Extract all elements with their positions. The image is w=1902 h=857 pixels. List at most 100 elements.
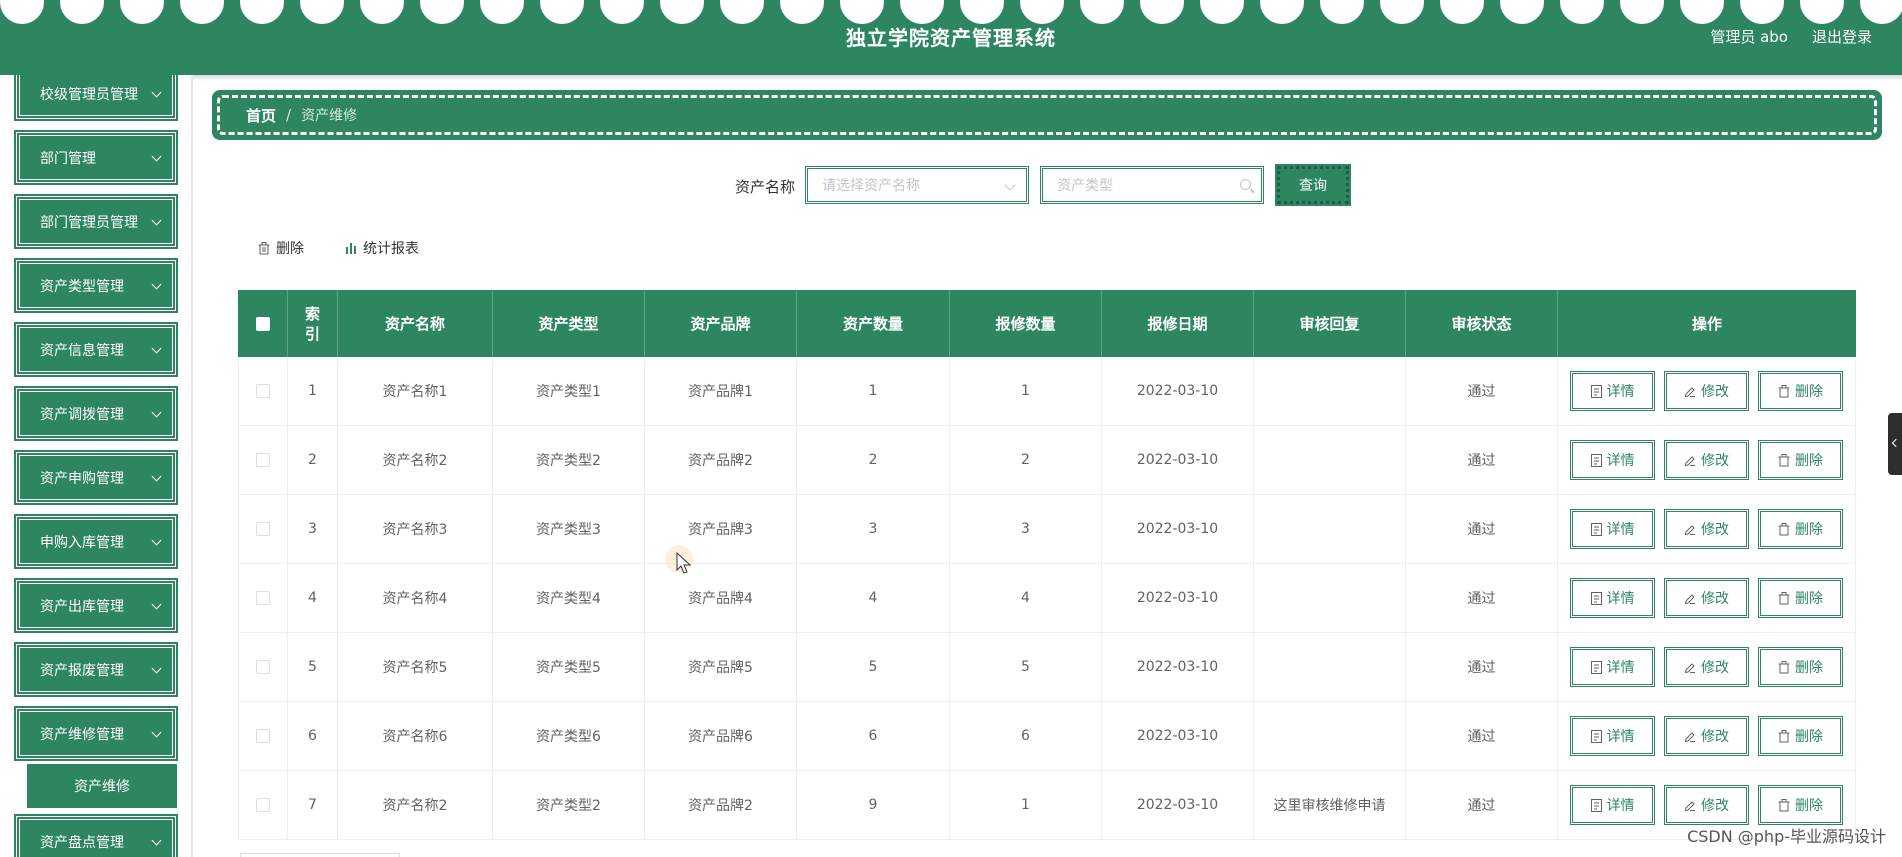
row-checkbox[interactable] (256, 522, 270, 536)
sidebar-item-asset-info[interactable]: 资产信息管理 (14, 322, 178, 377)
query-button[interactable]: 查询 (1275, 164, 1351, 206)
sidebar-item-label: 资产维修管理 (40, 726, 124, 743)
cell-asset-type: 资产类型4 (493, 564, 645, 632)
breadcrumb-separator: / (286, 106, 292, 124)
cell-actions: 详情 修改 删除 (1558, 702, 1856, 770)
asset-type-placeholder: 资产类型 (1057, 178, 1113, 194)
sidebar-item-department[interactable]: 部门管理 (14, 130, 178, 185)
sidebar-item-asset-type[interactable]: 资产类型管理 (14, 258, 178, 313)
batch-delete-button[interactable]: 删除 (258, 238, 304, 258)
header-scallop (1020, 0, 1064, 24)
header-shadow (0, 75, 1902, 81)
delete-button[interactable]: 删除 (1758, 509, 1843, 549)
sidebar-item-asset-repair[interactable]: 资产维修管理 (14, 706, 178, 761)
delete-label: 删除 (1795, 522, 1823, 538)
edit-button[interactable]: 修改 (1664, 440, 1749, 480)
cell-review-reply (1254, 357, 1406, 425)
cell-asset-brand: 资产品牌6 (645, 702, 797, 770)
edit-button[interactable]: 修改 (1664, 509, 1749, 549)
edit-label: 修改 (1701, 660, 1729, 676)
breadcrumb-home[interactable]: 首页 (246, 105, 276, 126)
row-checkbox[interactable] (256, 591, 270, 605)
header-user-area: 管理员 abo 退出登录 (1710, 26, 1872, 47)
cell-asset-type: 资产类型5 (493, 633, 645, 701)
logout-link[interactable]: 退出登录 (1812, 26, 1872, 47)
cell-review-reply (1254, 495, 1406, 563)
edit-label: 修改 (1701, 729, 1729, 745)
delete-button[interactable]: 删除 (1758, 440, 1843, 480)
sidebar-subitem-asset-repair[interactable]: 资产维修 (27, 764, 177, 808)
trash-icon (1778, 591, 1790, 604)
detail-button[interactable]: 详情 (1570, 371, 1655, 411)
cell-asset-name: 资产名称3 (338, 495, 493, 563)
edit-button[interactable]: 修改 (1664, 647, 1749, 687)
row-checkbox[interactable] (256, 729, 270, 743)
cell-asset-type: 资产类型3 (493, 495, 645, 563)
edit-button[interactable]: 修改 (1664, 578, 1749, 618)
sidebar-item-asset-transfer[interactable]: 资产调拨管理 (14, 386, 178, 441)
delete-button[interactable]: 删除 (1758, 371, 1843, 411)
sidebar-item-label: 校级管理员管理 (40, 86, 138, 103)
sidebar-item-purchase-stock-in[interactable]: 申购入库管理 (14, 514, 178, 569)
table-row: 5 资产名称5 资产类型5 资产品牌5 5 5 2022-03-10 通过 详情 修改 删除 (238, 633, 1856, 702)
cell-review-status: 通过 (1406, 357, 1558, 425)
detail-button[interactable]: 详情 (1570, 509, 1655, 549)
document-icon (1590, 453, 1602, 467)
row-checkbox[interactable] (256, 798, 270, 812)
detail-button[interactable]: 详情 (1570, 440, 1655, 480)
header-scallop (120, 0, 164, 24)
detail-button[interactable]: 详情 (1570, 785, 1655, 825)
sidebar-item-label: 部门管理 (40, 150, 96, 167)
header-scallop (0, 0, 44, 24)
sidebar-item-asset-purchase[interactable]: 资产申购管理 (14, 450, 178, 505)
header-scallop (180, 0, 224, 24)
row-checkbox[interactable] (256, 660, 270, 674)
row-checkbox[interactable] (256, 384, 270, 398)
cell-review-status: 通过 (1406, 564, 1558, 632)
delete-label: 删除 (1795, 591, 1823, 607)
header-repair-date: 报修日期 (1102, 290, 1254, 357)
table-header: 索引 资产名称 资产类型 资产品牌 资产数量 报修数量 报修日期 审核回复 审核… (238, 290, 1856, 357)
sidebar-item-label: 资产出库管理 (40, 598, 124, 615)
delete-label: 删除 (1795, 729, 1823, 745)
sidebar-item-asset-scrap[interactable]: 资产报废管理 (14, 642, 178, 697)
sidebar-item-department-admin[interactable]: 部门管理员管理 (14, 194, 178, 249)
asset-name-placeholder: 请选择资产名称 (822, 178, 920, 194)
edit-label: 修改 (1701, 453, 1729, 469)
asset-name-select[interactable]: 请选择资产名称 (805, 166, 1029, 204)
table-row: 3 资产名称3 资产类型3 资产品牌3 3 3 2022-03-10 通过 详情 修改 删除 (238, 495, 1856, 564)
edit-icon (1684, 594, 1695, 604)
sidebar-item-asset-stock-out[interactable]: 资产出库管理 (14, 578, 178, 633)
detail-button[interactable]: 详情 (1570, 647, 1655, 687)
cell-repair-qty: 1 (950, 357, 1102, 425)
stats-report-button[interactable]: 统计报表 (345, 238, 419, 258)
header-scallop (420, 0, 464, 24)
detail-button[interactable]: 详情 (1570, 578, 1655, 618)
detail-label: 详情 (1606, 798, 1635, 814)
edit-icon (1684, 663, 1695, 673)
edit-button[interactable]: 修改 (1664, 371, 1749, 411)
delete-button[interactable]: 删除 (1758, 716, 1843, 756)
edit-button[interactable]: 修改 (1664, 785, 1749, 825)
edit-button[interactable]: 修改 (1664, 716, 1749, 756)
cell-select (238, 702, 288, 770)
sidebar-item-asset-inventory[interactable]: 资产盘点管理 (14, 814, 178, 857)
delete-button[interactable]: 删除 (1758, 785, 1843, 825)
chevron-down-icon (151, 279, 162, 289)
header-scallop (1680, 0, 1724, 24)
delete-button[interactable]: 删除 (1758, 647, 1843, 687)
edit-icon (1684, 387, 1695, 397)
collapse-panel-tab[interactable] (1888, 413, 1902, 475)
cell-repair-date: 2022-03-10 (1102, 426, 1254, 494)
header-scallop (960, 0, 1004, 24)
cell-index: 4 (288, 564, 338, 632)
asset-type-input[interactable]: 资产类型 (1040, 166, 1264, 204)
select-all-checkbox[interactable] (255, 316, 270, 331)
chevron-down-icon (151, 835, 162, 845)
search-icon (1240, 179, 1251, 190)
row-checkbox[interactable] (256, 453, 270, 467)
header-scallop (1800, 0, 1844, 24)
detail-button[interactable]: 详情 (1570, 716, 1655, 756)
delete-button[interactable]: 删除 (1758, 578, 1843, 618)
sidebar-item-school-admin[interactable]: 校级管理员管理 (14, 75, 178, 121)
